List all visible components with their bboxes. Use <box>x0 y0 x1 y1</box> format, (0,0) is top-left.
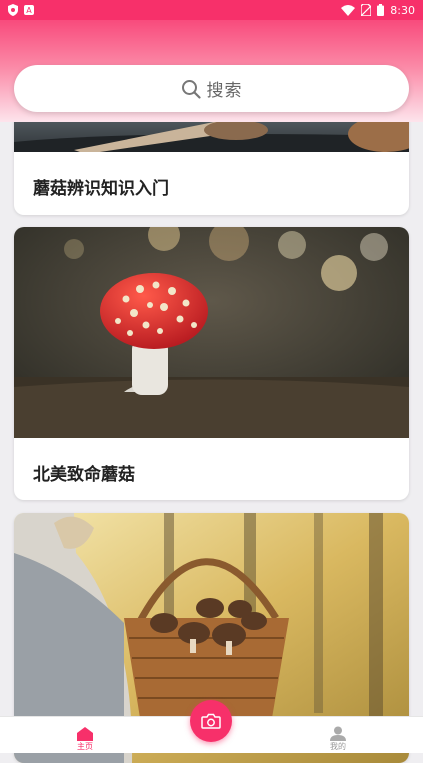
battery-icon <box>377 4 385 16</box>
camera-icon <box>201 713 221 729</box>
a-icon: A <box>24 5 34 15</box>
search-placeholder: 搜索 <box>206 81 243 101</box>
status-time: 8:30 <box>390 3 415 17</box>
svg-text:A: A <box>26 6 32 15</box>
search-bar[interactable]: 搜索 <box>14 65 409 112</box>
no-sim-icon <box>361 4 372 16</box>
card-title: 蘑菇辨识知识入门 <box>33 179 169 199</box>
camera-button[interactable] <box>190 700 232 742</box>
tab-home[interactable]: 主页 <box>55 719 115 751</box>
shield-icon <box>8 4 18 16</box>
card-image <box>14 227 409 438</box>
status-bar: A 8:30 <box>0 0 423 20</box>
tab-home-label: 主页 <box>77 742 93 751</box>
list-item[interactable]: 北美致命蘑菇 <box>14 227 409 500</box>
card-title: 北美致命蘑菇 <box>33 465 135 485</box>
tab-mine-label: 我的 <box>330 742 346 751</box>
wifi-icon <box>341 4 356 16</box>
person-icon <box>330 726 346 741</box>
tab-mine[interactable]: 我的 <box>308 719 368 751</box>
search-icon <box>181 79 201 99</box>
home-icon <box>77 727 93 741</box>
